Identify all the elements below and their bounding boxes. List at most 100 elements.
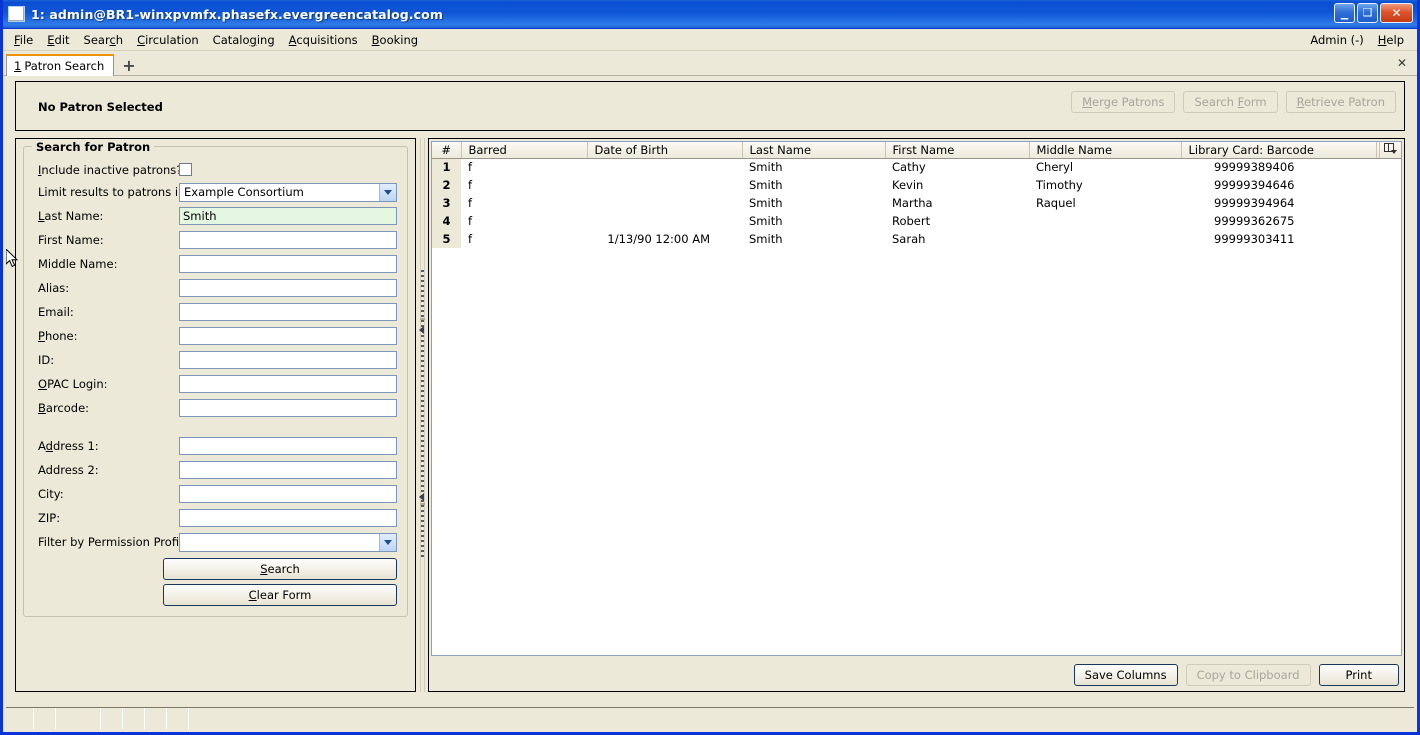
menu-edit[interactable]: Edit — [40, 31, 76, 49]
column-header-dob[interactable]: Date of Birth — [587, 142, 743, 159]
search-panel: Search for Patron Include inactive patro… — [15, 138, 416, 692]
save-columns-button[interactable]: Save Columns — [1073, 664, 1178, 686]
barcode-input[interactable] — [179, 399, 397, 417]
city-input[interactable] — [179, 485, 397, 503]
panel-splitter[interactable] — [417, 138, 428, 692]
tab-number: 1 — [14, 59, 22, 73]
include-inactive-label: Include inactive patrons? — [38, 162, 183, 177]
city-label: City: — [38, 487, 64, 501]
menu-acquisitions[interactable]: Acquisitions — [282, 31, 365, 49]
column-header-library-card[interactable]: Library Card: Barcode — [1181, 142, 1377, 159]
chevron-down-icon — [379, 183, 396, 201]
close-button[interactable]: ✕ — [1380, 3, 1413, 23]
cell-endcap — [1379, 176, 1401, 194]
cell-last-name: Smith — [749, 196, 783, 210]
opac-login-input[interactable] — [179, 375, 397, 393]
cell-last-name: Smith — [749, 214, 783, 228]
alias-input[interactable] — [179, 279, 397, 297]
menu-booking[interactable]: Booking — [365, 31, 425, 49]
content-area: No Patron Selected Merge Patrons Search … — [6, 76, 1414, 698]
merge-patrons-button[interactable]: Merge Patrons — [1071, 91, 1176, 113]
tab-patron-search[interactable]: 1 Patron Search — [6, 54, 115, 76]
table-row[interactable]: 5 f 1/13/90 12:00 AM Smith Sarah 9999930… — [432, 230, 1401, 248]
last-name-input[interactable] — [179, 207, 397, 225]
phone-input[interactable] — [179, 327, 397, 345]
limit-results-row: Limit results to patrons in Example Cons… — [32, 180, 399, 204]
chevron-down-icon — [379, 533, 396, 551]
cell-endcap — [1379, 230, 1401, 248]
column-header-barred[interactable]: Barred — [461, 142, 588, 159]
window-icon — [8, 6, 25, 22]
status-segment-3 — [56, 708, 101, 729]
patron-status-label: No Patron Selected — [38, 100, 163, 114]
patron-banner-buttons: Merge Patrons Search Form Retrieve Patro… — [1071, 91, 1396, 113]
column-header-middle-name[interactable]: Middle Name — [1029, 142, 1182, 159]
title-bar: 1: admin@BR1-winxpvmfx.phasefx.evergreen… — [3, 0, 1417, 29]
results-body: 1 f Smith Cathy Cheryl 99999389406 2 f S… — [432, 158, 1401, 248]
cell-library-card: 99999394646 — [1214, 178, 1295, 192]
cell-library-card: 99999362675 — [1214, 214, 1295, 228]
address-1-input[interactable] — [179, 437, 397, 455]
search-fieldset-legend: Search for Patron — [32, 140, 155, 154]
menu-admin[interactable]: Admin (-) — [1303, 31, 1370, 49]
patron-summary-banner: No Patron Selected Merge Patrons Search … — [15, 81, 1405, 131]
copy-to-clipboard-button[interactable]: Copy to Clipboard — [1185, 664, 1311, 686]
email-input[interactable] — [179, 303, 397, 321]
permission-profile-row: Filter by Permission Profile: — [32, 530, 399, 554]
limit-results-select[interactable]: Example Consortium — [179, 182, 397, 202]
column-header-last-name[interactable]: Last Name — [742, 142, 886, 159]
column-picker-button[interactable] — [1379, 142, 1401, 159]
new-tab-button[interactable]: + — [122, 58, 135, 74]
table-row[interactable]: 1 f Smith Cathy Cheryl 99999389406 — [432, 158, 1401, 176]
phone-row: Phone: — [32, 324, 399, 348]
phone-label: Phone: — [38, 329, 78, 343]
permission-profile-select[interactable] — [179, 532, 397, 552]
address-1-label: Address 1: — [38, 439, 99, 453]
first-name-input[interactable] — [179, 231, 397, 249]
menu-circulation[interactable]: Circulation — [130, 31, 206, 49]
column-header-num[interactable]: # — [432, 142, 462, 159]
maximize-button[interactable]: ❑ — [1357, 3, 1378, 23]
splitter-nub-bottom — [420, 502, 425, 505]
barcode-row: Barcode: — [32, 396, 399, 420]
opac-login-label: OPAC Login: — [38, 377, 108, 391]
search-button[interactable]: Search — [163, 558, 397, 580]
minimize-icon: _ — [1340, 2, 1349, 20]
cell-barred: f — [468, 232, 473, 246]
clear-button-row: Clear Form — [32, 584, 399, 606]
cell-first-name: Robert — [892, 214, 931, 228]
close-tab-icon[interactable]: ✕ — [1397, 56, 1407, 70]
last-name-row: Last Name: — [32, 204, 399, 228]
email-label: Email: — [38, 305, 74, 319]
id-input[interactable] — [179, 351, 397, 369]
address-2-input[interactable] — [179, 461, 397, 479]
menu-cataloging[interactable]: Cataloging — [206, 31, 282, 49]
menu-file[interactable]: File — [7, 31, 40, 49]
table-row[interactable]: 3 f Smith Martha Raquel 99999394964 — [432, 194, 1401, 212]
results-action-buttons: Save Columns Copy to Clipboard Print — [1073, 664, 1399, 686]
table-row[interactable]: 4 f Smith Robert 99999362675 — [432, 212, 1401, 230]
id-row: ID: — [32, 348, 399, 372]
clear-form-button[interactable]: Clear Form — [163, 584, 397, 606]
retrieve-patron-button[interactable]: Retrieve Patron — [1285, 91, 1396, 113]
splitter-collapse-left-icon-2[interactable] — [419, 492, 424, 501]
status-segment-6 — [145, 708, 167, 729]
middle-name-input[interactable] — [179, 255, 397, 273]
cell-endcap — [1379, 194, 1401, 212]
opac-login-row: OPAC Login: — [32, 372, 399, 396]
cell-middle-name — [1029, 230, 1181, 248]
minimize-button[interactable]: _ — [1334, 3, 1355, 23]
search-button-row: Search — [32, 558, 399, 580]
menu-search[interactable]: Search — [77, 31, 131, 49]
cell-library-card: 99999394964 — [1214, 196, 1295, 210]
table-row[interactable]: 2 f Smith Kevin Timothy 99999394646 — [432, 176, 1401, 194]
splitter-collapse-left-icon[interactable] — [419, 326, 424, 335]
cell-middle-name — [1029, 212, 1181, 230]
menu-help[interactable]: Help — [1371, 31, 1411, 49]
include-inactive-checkbox[interactable] — [179, 163, 192, 176]
search-form-button[interactable]: Search Form — [1183, 91, 1278, 113]
print-button[interactable]: Print — [1318, 664, 1399, 686]
column-header-first-name[interactable]: First Name — [885, 142, 1030, 159]
zip-input[interactable] — [179, 509, 397, 527]
include-inactive-row: Include inactive patrons? — [32, 159, 399, 180]
